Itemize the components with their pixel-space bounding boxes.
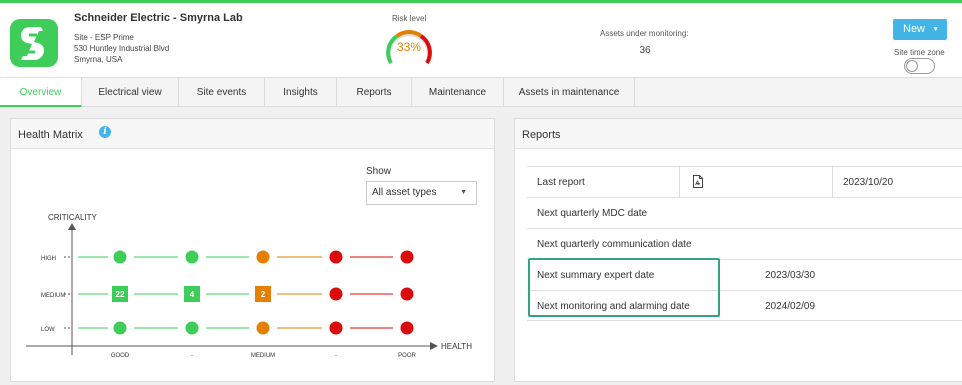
health-tick-label: POOR xyxy=(398,353,416,359)
reports-header: Reports xyxy=(515,119,962,149)
new-button[interactable]: New ▼ xyxy=(893,19,947,40)
report-row-label: Last report xyxy=(537,177,585,188)
tab-maintenance[interactable]: Maintenance xyxy=(412,78,504,107)
criticality-tick-label: MEDIUM xyxy=(41,293,65,299)
show-label: Show xyxy=(366,166,392,177)
matrix-dot[interactable] xyxy=(400,321,414,335)
matrix-dot[interactable] xyxy=(113,321,127,335)
site-time-zone-label: Site time zone xyxy=(894,48,945,57)
report-row-date: 2023/10/20 xyxy=(843,177,894,188)
risk-level-label: Risk level xyxy=(392,14,427,23)
report-row-label: Next quarterly MDC date xyxy=(537,208,648,219)
matrix-dot[interactable] xyxy=(256,250,270,264)
tab-insights[interactable]: Insights xyxy=(265,78,337,107)
report-row-label: Next quarterly communication date xyxy=(537,239,692,250)
matrix-count-label: 22 xyxy=(116,290,125,299)
site-name: Schneider Electric - Smyrna Lab xyxy=(74,12,243,24)
criticality-tick-label: LOW xyxy=(41,327,55,333)
site-header: Schneider Electric - Smyrna Lab Site - E… xyxy=(0,0,962,78)
caret-down-icon: ▼ xyxy=(460,189,467,196)
site-time-zone-toggle[interactable] xyxy=(904,58,935,74)
matrix-dot[interactable] xyxy=(185,250,199,264)
tab-electrical-view[interactable]: Electrical view xyxy=(82,78,179,107)
tab-overview[interactable]: Overview xyxy=(0,78,82,107)
assets-monitoring-label: Assets under monitoring: xyxy=(600,29,689,38)
risk-level-value: 33% xyxy=(396,40,422,54)
reports-title: Reports xyxy=(522,129,561,141)
site-address-line1: 530 Huntley Industrial Blvd xyxy=(74,44,170,53)
health-tick-label: - xyxy=(191,353,193,359)
matrix-dot[interactable] xyxy=(329,287,343,301)
health-matrix-header: Health Matrix i xyxy=(11,119,494,149)
caret-down-icon: ▼ xyxy=(932,26,939,33)
report-row: Next quarterly MDC date xyxy=(527,197,962,228)
tab-site-events[interactable]: Site events xyxy=(179,78,265,107)
tab-assets-in-maintenance[interactable]: Assets in maintenance xyxy=(504,78,635,107)
asset-type-select-value: All asset types xyxy=(372,187,437,198)
report-row: Next quarterly communication date xyxy=(527,228,962,259)
matrix-dot[interactable] xyxy=(400,287,414,301)
report-row-date: 2024/02/09 xyxy=(765,301,816,312)
column-divider xyxy=(832,167,833,198)
tab-reports[interactable]: Reports xyxy=(337,78,412,107)
matrix-dot[interactable] xyxy=(329,321,343,335)
health-tick-label: GOOD xyxy=(111,353,130,359)
matrix-dot[interactable] xyxy=(113,250,127,264)
new-button-label: New xyxy=(903,23,926,35)
schneider-electric-logo-icon xyxy=(10,19,58,67)
matrix-dot[interactable] xyxy=(185,321,199,335)
asset-type-select[interactable]: All asset types ▼ xyxy=(366,181,477,205)
info-icon[interactable]: i xyxy=(99,126,111,138)
health-tick-label: MEDIUM xyxy=(251,353,275,359)
report-row-date: 2023/03/30 xyxy=(765,270,816,281)
health-axis-label: HEALTH xyxy=(441,342,472,351)
health-tick-label: - xyxy=(335,353,337,359)
assets-monitoring-count: 36 xyxy=(639,45,651,56)
criticality-axis-label: CRITICALITY xyxy=(48,213,98,222)
column-divider xyxy=(679,167,680,198)
tab-bar: Overview Electrical view Site events Ins… xyxy=(0,78,962,107)
health-matrix-chart: CRITICALITY HEALTH HIGH MEDIUM 22 4 2 LOW GOOD… xyxy=(26,213,472,359)
criticality-tick-label: HIGH xyxy=(41,256,56,262)
highlight-box xyxy=(528,258,720,317)
matrix-dot[interactable] xyxy=(400,250,414,264)
y-axis-arrow-icon xyxy=(68,223,76,230)
matrix-count-label: 4 xyxy=(190,290,195,299)
toggle-knob xyxy=(906,60,918,72)
matrix-dot[interactable] xyxy=(256,321,270,335)
health-matrix-title: Health Matrix xyxy=(18,129,83,141)
pdf-icon[interactable] xyxy=(693,175,703,188)
matrix-dot[interactable] xyxy=(329,250,343,264)
matrix-count-label: 2 xyxy=(261,290,266,299)
report-row: Last report 2023/10/20 xyxy=(527,166,962,198)
x-axis-arrow-icon xyxy=(430,342,438,350)
site-type: Site - ESP Prime xyxy=(74,33,134,42)
site-address-line2: Smyrna, USA xyxy=(74,55,123,64)
